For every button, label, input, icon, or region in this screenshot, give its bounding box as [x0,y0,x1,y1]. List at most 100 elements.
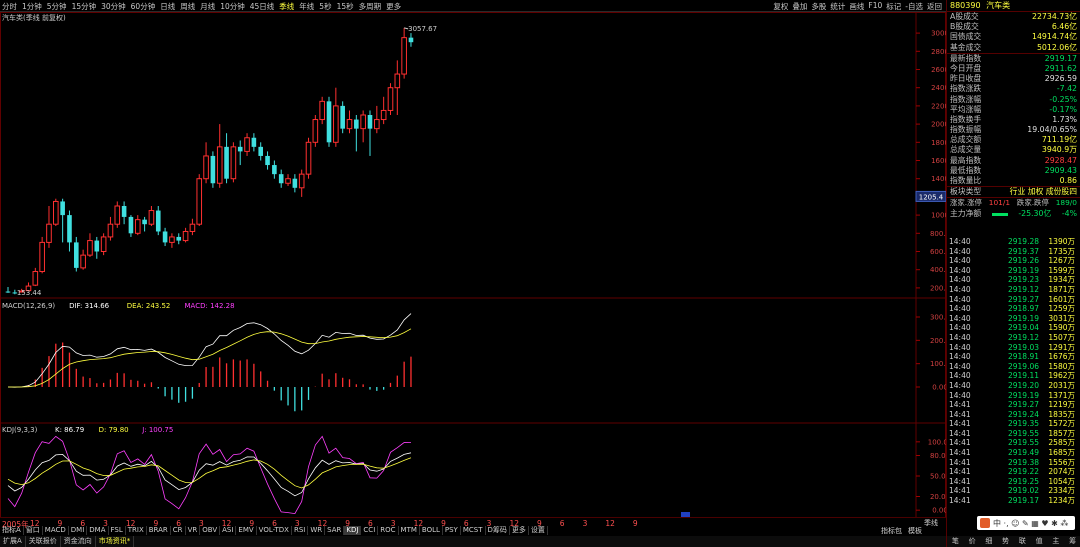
panel-tab-5[interactable]: 值 [1036,536,1043,547]
panel-tab-2[interactable]: 细 [985,536,992,547]
tick-row: 14:41 2919.27 1219万 [947,400,1080,410]
indicator-tab-2[interactable]: MACD [43,526,69,535]
tool-item-2[interactable]: 统计 [830,1,845,12]
indicator-tab-20[interactable]: MTM [399,526,420,535]
indicator-tab-13[interactable]: VOL-TDX [257,526,292,535]
period-tab-16[interactable]: 更多 [386,1,401,12]
period-tab-9[interactable]: 10分钟 [220,1,245,12]
indicator-tab-10[interactable]: OBV [200,526,221,535]
indicator-tab-23[interactable]: MCST [461,526,486,535]
tick-price: 2919.35 [1007,419,1039,429]
indicator-right-tab-0[interactable]: 指标包 [881,526,902,536]
price-axis-label: 2000 [931,121,946,129]
period-tab-3[interactable]: 15分钟 [72,1,97,12]
tick-time: 14:41 [949,409,971,419]
indicator-tab-4[interactable]: DMA [87,526,109,535]
tick-row: 14:40 2919.23 1934万 [947,275,1080,285]
period-tab-5[interactable]: 60分钟 [131,1,156,12]
period-tab-1[interactable]: 1分钟 [22,1,42,12]
indicator-tab-12[interactable]: EMV [236,526,257,535]
period-tab-11[interactable]: 季线 [279,1,294,12]
tool-item-3[interactable]: 画线 [849,1,864,12]
price-axis-label: 1400 [931,175,946,183]
indicator-tab-25[interactable]: 更多 [510,526,529,535]
indicator-tab-1[interactable]: 窗口 [24,526,43,535]
indicator-tab-17[interactable]: KDJ [344,526,362,535]
indicator-tab-0[interactable]: 指标A [0,526,24,535]
tick-row: 14:40 2919.03 1291万 [947,343,1080,353]
tool-item-1[interactable]: 多股 [811,1,826,12]
candle-body [408,37,414,43]
panel-tab-1[interactable]: 价 [969,536,976,547]
tick-row: 14:40 2919.12 1871万 [947,285,1080,295]
ime-toolbar[interactable]: 中 ·, ☺ ✎ ▦ ♥ ✱ ⁂ [977,516,1075,530]
indicator-tab-19[interactable]: ROC [378,526,399,535]
indicator-tab-24[interactable]: D筹码 [486,526,510,535]
candle-body [387,87,394,111]
period-tab-7[interactable]: 周线 [180,1,195,12]
kline-chart[interactable]: 汽车类(季线 前复权) 3000 2800 2600 2400 2200 2000 1800 1… [0,12,946,518]
indicator-tab-21[interactable]: BOLL [420,526,443,535]
tick-time: 14:41 [949,400,971,410]
tool-item-4[interactable]: F10 [868,1,882,12]
period-tab-8[interactable]: 月线 [200,1,215,12]
period-tab-10[interactable]: 45日线 [250,1,275,12]
period-tab-4[interactable]: 30分钟 [101,1,126,12]
indicator-tab-22[interactable]: PSY [443,526,461,535]
period-tab-6[interactable]: 日线 [160,1,175,12]
bottom-tab-3[interactable]: 市场资讯* [96,536,135,547]
period-tab-14[interactable]: 15秒 [337,1,354,12]
indicator-tab-5[interactable]: FSL [109,526,126,535]
indicator-tab-9[interactable]: VR [186,526,201,535]
bottom-tab-0[interactable]: 扩展A [0,536,26,547]
panel-tab-6[interactable]: 主 [1052,536,1059,547]
tool-item-0[interactable]: 叠加 [792,1,807,12]
stat-row-9: 总成交量 3940.9万 [947,145,1080,155]
indicator-tab-3[interactable]: DMI [69,526,88,535]
bottom-tab-2[interactable]: 资金流向 [61,536,96,547]
tick-list[interactable]: 14:40 2919.28 1390万 14:40 2919.37 1735万 14:40 2… [947,237,1080,506]
period-tab-0[interactable]: 分时 [2,1,17,12]
period-tab-12[interactable]: 年线 [299,1,314,12]
chart-area[interactable]: 汽车类(季线 前复权) 3000 2800 2600 2400 2200 2000 1800 1… [0,12,946,518]
indicator-tab-8[interactable]: CR [171,526,186,535]
tool-adjust[interactable]: 复权 [773,1,788,12]
tick-volume: 1390万 [1048,237,1075,246]
panel-tab-0[interactable]: 笔 [952,536,959,547]
indicator-tab-18[interactable]: CCI [361,526,379,535]
tick-price: 2919.38 [1007,457,1039,467]
panel-tab-4[interactable]: 联 [1019,536,1026,547]
indicator-tab-14[interactable]: RSI [292,526,309,535]
indicator-tab-15[interactable]: WR [308,526,326,535]
indicator-tab-7[interactable]: BRAR [147,526,171,535]
candle-body [134,219,141,234]
indicator-tab-6[interactable]: TRIX [126,526,147,535]
tick-row: 14:40 2919.37 1735万 [947,247,1080,257]
tick-volume: 1234万 [1048,496,1075,506]
tool-item-6[interactable]: -自选 [905,1,923,12]
tool-item-5[interactable]: 标记 [886,1,901,12]
tick-volume: 1267万 [1048,256,1075,266]
indicator-tab-16[interactable]: SAR [325,526,345,535]
candle-body [169,236,175,243]
indicator-right-tab-1[interactable]: 模板 [908,526,922,536]
tick-volume: 1054万 [1048,476,1075,486]
tool-item-7[interactable]: 返回 [927,1,942,12]
period-tab-2[interactable]: 5分钟 [47,1,67,12]
indicator-tab-11[interactable]: ASI [220,526,237,535]
tick-volume: 3031万 [1048,313,1075,323]
tick-price: 2918.97 [1007,304,1039,314]
kdj-legend-0: KDJ(9,3,3) [2,426,38,434]
candle-body [196,178,203,225]
period-tab-13[interactable]: 5秒 [319,1,331,12]
tick-row: 14:41 2919.22 2074万 [947,467,1080,477]
period-tab-15[interactable]: 多周期 [359,1,382,12]
tick-price: 2919.19 [1007,313,1039,323]
bottom-tab-1[interactable]: 关联报价 [26,536,61,547]
indicator-tab-26[interactable]: 设置 [529,526,548,535]
panel-tab-3[interactable]: 势 [1002,536,1009,547]
tick-row: 14:40 2919.19 3031万 [947,314,1080,324]
tick-price: 2919.27 [1007,294,1039,304]
stat-row-1-value: 2911.62 [1044,63,1077,73]
panel-tab-7[interactable]: 筹 [1069,536,1076,547]
